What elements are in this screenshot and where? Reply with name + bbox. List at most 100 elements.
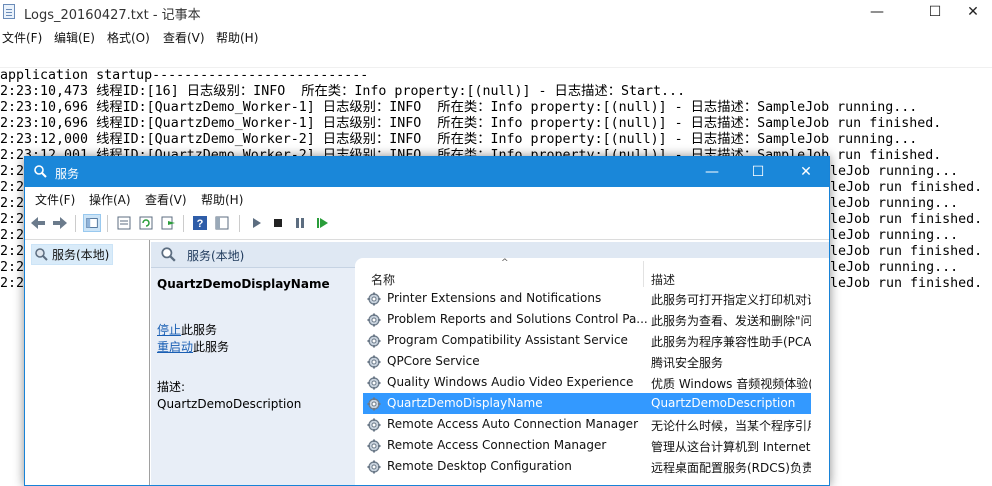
stop-icon[interactable] — [269, 214, 287, 232]
notepad-menu-edit[interactable]: 编辑(E) — [54, 29, 95, 46]
service-row-description: 此服务为查看、发送和删除"问 — [651, 314, 811, 328]
play-icon[interactable] — [247, 214, 265, 232]
stop-service-link[interactable]: 停止 — [157, 323, 181, 337]
service-row[interactable]: QuartzDemoDisplayName QuartzDemoDescripti… — [363, 393, 811, 414]
log-line-fragment: leJob run finished. — [830, 212, 983, 227]
console-icon[interactable] — [213, 214, 231, 232]
properties-icon[interactable] — [115, 214, 133, 232]
toolbar-separator — [75, 215, 76, 232]
service-row-name: Printer Extensions and Notifications — [387, 291, 602, 305]
services-menu-help[interactable]: 帮助(H) — [201, 191, 243, 208]
sort-ascending-icon: ^ — [501, 258, 509, 268]
console-tree: 服务(本地) — [25, 240, 150, 485]
restart-service-link[interactable]: 重启动 — [157, 340, 193, 354]
help-icon[interactable]: ? — [191, 214, 209, 232]
column-divider[interactable] — [643, 261, 644, 287]
log-line: 2:2 — [0, 180, 25, 195]
service-row[interactable]: Quality Windows Audio Video Experience 优质… — [363, 372, 811, 393]
extended-info-panel: QuartzDemoDisplayName 停止此服务 重启动此服务 描述: Q… — [151, 268, 355, 485]
log-line-fragment: leJob running... — [830, 228, 959, 243]
toolbar-separator — [239, 215, 240, 232]
service-gear-icon — [367, 355, 381, 369]
services-close-button[interactable]: ✕ — [783, 157, 829, 187]
service-row[interactable]: Printer Extensions and Notifications 此服务可… — [363, 288, 811, 309]
pause-icon[interactable] — [291, 214, 309, 232]
log-line: 2:2 — [0, 276, 25, 291]
refresh-icon[interactable] — [137, 214, 155, 232]
pane-header-title: 服务(本地) — [187, 249, 245, 263]
back-icon[interactable] — [29, 214, 47, 232]
log-line: 2:2 — [0, 228, 25, 243]
column-header-description[interactable]: 描述 — [651, 271, 675, 288]
service-row-description: 此服务可打开指定义打印机对话 — [651, 293, 811, 307]
show-tree-icon[interactable] — [83, 214, 101, 232]
service-row-name: Remote Access Connection Manager — [387, 438, 607, 452]
description-label: 描述: — [157, 380, 186, 394]
notepad-menubar: 文件(F) 编辑(E) 格式(O) 查看(V) 帮助(H) — [0, 24, 992, 48]
service-row-name: Problem Reports and Solutions Control Pa… — [387, 312, 648, 326]
service-row[interactable]: Program Compatibility Assistant Service 此… — [363, 330, 811, 351]
stop-service-line: 停止此服务 — [157, 321, 217, 338]
service-row-description: QuartzDemoDescription — [651, 396, 796, 410]
service-row-description: 优质 Windows 音频视频体验( — [651, 377, 811, 391]
tree-item-label: 服务(本地) — [52, 248, 110, 262]
services-window-title: 服务 — [55, 167, 80, 181]
search-gear-icon — [34, 165, 47, 178]
stop-service-suffix: 此服务 — [181, 323, 218, 337]
restart-service-line: 重启动此服务 — [157, 338, 229, 355]
toolbar-separator — [107, 215, 108, 232]
forward-icon[interactable] — [51, 214, 69, 232]
service-row[interactable]: Remote Access Connection Manager 管理从这台计算机… — [363, 435, 811, 456]
restart-service-suffix: 此服务 — [193, 340, 230, 354]
services-menu-view[interactable]: 查看(V) — [145, 191, 187, 208]
service-gear-icon — [367, 439, 381, 453]
notepad-menu-format[interactable]: 格式(O) — [107, 29, 150, 46]
service-gear-icon — [367, 334, 381, 348]
service-gear-icon — [367, 376, 381, 390]
service-row[interactable]: Remote Desktop Configuration 远程桌面配置服务(RDC… — [363, 456, 811, 477]
services-maximize-button[interactable]: ☐ — [735, 157, 781, 187]
services-window: 服务 — ☐ ✕ 文件(F) 操作(A) 查看(V) 帮助(H) ? 服务(本地… — [24, 156, 830, 486]
services-menu-action[interactable]: 操作(A) — [89, 191, 131, 208]
log-line: 2:23:10,696 线程ID:[QuartzDemo_Worker-1] 日… — [0, 116, 942, 131]
services-titlebar: 服务 — ☐ ✕ — [25, 157, 829, 187]
description-value: QuartzDemoDescription — [157, 397, 302, 411]
column-header-name[interactable]: 名称 — [371, 271, 395, 288]
export-icon[interactable] — [159, 214, 177, 232]
service-row[interactable]: Remote Access Auto Connection Manager 无论什… — [363, 414, 811, 435]
service-row-description: 远程桌面配置服务(RDCS)负责 — [651, 461, 811, 475]
services-list: ^ 名称 描述 Printer Extensions and Notificat… — [355, 258, 829, 485]
service-row[interactable]: QPCore Service 腾讯安全服务 — [363, 351, 811, 372]
log-line-fragment: leJob running... — [830, 164, 959, 179]
log-line-fragment: leJob running... — [830, 196, 959, 211]
services-menu-file[interactable]: 文件(F) — [35, 191, 75, 208]
log-line-fragment: leJob run finished. — [830, 180, 983, 195]
log-line-fragment: leJob run finished. — [830, 244, 983, 259]
restart-icon[interactable] — [313, 214, 331, 232]
service-row-name: Remote Access Auto Connection Manager — [387, 417, 638, 431]
service-row-description: 此服务为程序兼容性助手(PCA) — [651, 335, 811, 349]
service-row[interactable]: Problem Reports and Solutions Control Pa… — [363, 309, 811, 330]
log-line-fragment: leJob running... — [830, 260, 959, 275]
svg-text:?: ? — [197, 218, 204, 230]
log-line: 2:2 — [0, 164, 25, 179]
notepad-menu-help[interactable]: 帮助(H) — [216, 29, 258, 46]
notepad-close-button[interactable]: ✕ — [950, 0, 992, 24]
search-gear-icon — [161, 247, 176, 262]
notepad-menu-view[interactable]: 查看(V) — [163, 29, 205, 46]
notepad-icon — [3, 4, 15, 19]
log-line: application startup---------------------… — [0, 68, 369, 83]
service-gear-icon — [367, 292, 381, 306]
service-gear-icon — [367, 313, 381, 327]
search-gear-icon — [35, 248, 48, 261]
log-line: 2:2 — [0, 196, 25, 211]
notepad-minimize-button[interactable]: — — [854, 0, 900, 24]
services-toolbar: ? — [25, 209, 829, 240]
service-row-name: QPCore Service — [387, 354, 480, 368]
tree-item-services-local[interactable]: 服务(本地) — [31, 244, 114, 265]
notepad-window-title: Logs_20160427.txt - 记事本 — [24, 8, 201, 23]
services-minimize-button[interactable]: — — [689, 157, 735, 187]
service-row-description: 腾讯安全服务 — [651, 356, 724, 370]
notepad-menu-file[interactable]: 文件(F) — [2, 29, 42, 46]
service-gear-icon — [367, 460, 381, 474]
